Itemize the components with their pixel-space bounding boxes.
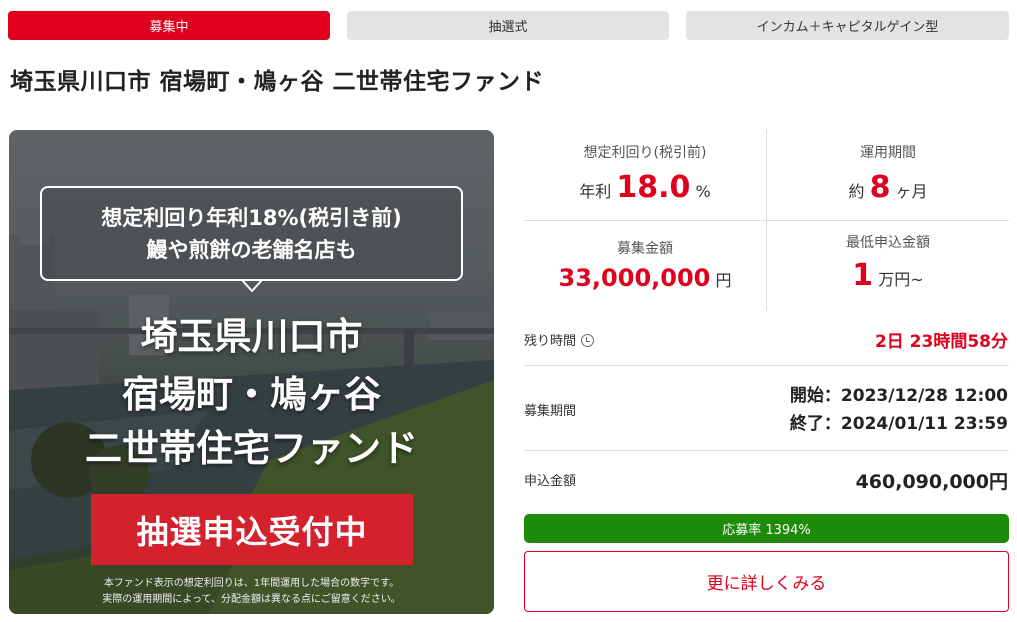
type-badge: インカム＋キャピタルゲイン型 xyxy=(686,11,1009,40)
remaining-time-value: 2日 23時間58分 xyxy=(874,332,1008,352)
row-divider xyxy=(524,450,1009,451)
applied-amount-label: 申込金額 xyxy=(524,474,577,489)
stat-value: 8 xyxy=(869,170,891,205)
stat-operation-period: 運用期間 約 8 ヶ月 xyxy=(767,142,1009,205)
stat-minimum-investment: 最低申込金額 1 万円~ xyxy=(767,232,1009,293)
stat-value: 33,000,000 xyxy=(558,264,711,292)
stat-label: 想定利回り(税引前) xyxy=(583,145,707,161)
hero-title-line-2: 宿場町・鳩ヶ谷 xyxy=(122,373,381,416)
stat-expected-yield: 想定利回り(税引前) 年利 18.0 % xyxy=(524,142,766,205)
fund-title: 埼玉県川口市 宿場町・鳩ヶ谷 二世帯住宅ファンド xyxy=(10,69,545,95)
recruit-period-end: 終了：2024/01/11 23:59 xyxy=(789,414,1008,434)
bubble-line-2: 鰻や煎餅の老舗名店も xyxy=(146,238,357,262)
stats-divider-horizontal xyxy=(524,220,1009,221)
status-badge-recruiting: 募集中 xyxy=(8,11,330,40)
clock-icon xyxy=(581,334,595,347)
stat-label: 募集金額 xyxy=(617,241,673,257)
application-rate-bar: 応募率 1394% xyxy=(524,514,1009,543)
hero-title-line-3: 二世帯住宅ファンド xyxy=(85,427,418,470)
stat-unit: 万円~ xyxy=(878,270,924,289)
recruit-period-value: 開始：2023/12/28 12:00 終了：2024/01/11 23:59 xyxy=(790,382,1008,438)
lottery-accepting-banner: 抽選申込受付中 xyxy=(91,494,413,565)
bubble-tail xyxy=(242,280,262,292)
stat-recruit-amount: 募集金額 33,000,000 円 xyxy=(524,238,766,292)
applied-amount-value: 460,090,000円 xyxy=(855,471,1008,493)
disclaimer-line-2: 実際の運用期間によって、分配金額は異なる点にご留意ください。 xyxy=(102,594,401,605)
yield-callout-bubble: 想定利回り年利18%(税引き前) 鰻や煎餅の老舗名店も xyxy=(40,186,463,281)
stat-unit: ヶ月 xyxy=(895,182,928,201)
tag-row: 募集中 抽選式 インカム＋キャピタルゲイン型 xyxy=(8,11,1009,40)
stat-prefix: 約 xyxy=(848,182,865,201)
stat-value: 1 xyxy=(852,258,874,293)
method-badge-lottery: 抽選式 xyxy=(347,11,669,40)
hero-disclaimer: 本ファンド表示の想定利回りは、1年間運用した場合の数字です。 実際の運用期間によ… xyxy=(9,576,494,608)
stat-unit: 円 xyxy=(715,271,732,290)
remaining-time-label: 残り時間 xyxy=(524,330,595,349)
recruit-period-start: 開始：2023/12/28 12:00 xyxy=(789,386,1008,406)
stat-label: 最低申込金額 xyxy=(846,235,930,251)
row-divider xyxy=(524,365,1009,366)
stat-label: 運用期間 xyxy=(860,145,916,161)
recruit-period-label: 募集期間 xyxy=(524,404,577,419)
stat-prefix: 年利 xyxy=(579,182,612,201)
stat-value: 18.0 xyxy=(616,170,691,205)
stat-unit: % xyxy=(695,182,711,201)
hero-title-line-1: 埼玉県川口市 xyxy=(140,315,363,358)
bubble-line-1: 想定利回り年利18%(税引き前) xyxy=(101,206,402,230)
fund-hero-image[interactable]: 想定利回り年利18%(税引き前) 鰻や煎餅の老舗名店も 埼玉県川口市 宿場町・鳩… xyxy=(9,130,494,614)
disclaimer-line-1: 本ファンド表示の想定利回りは、1年間運用した場合の数字です。 xyxy=(103,578,400,589)
view-details-button[interactable]: 更に詳しくみる xyxy=(524,551,1009,612)
